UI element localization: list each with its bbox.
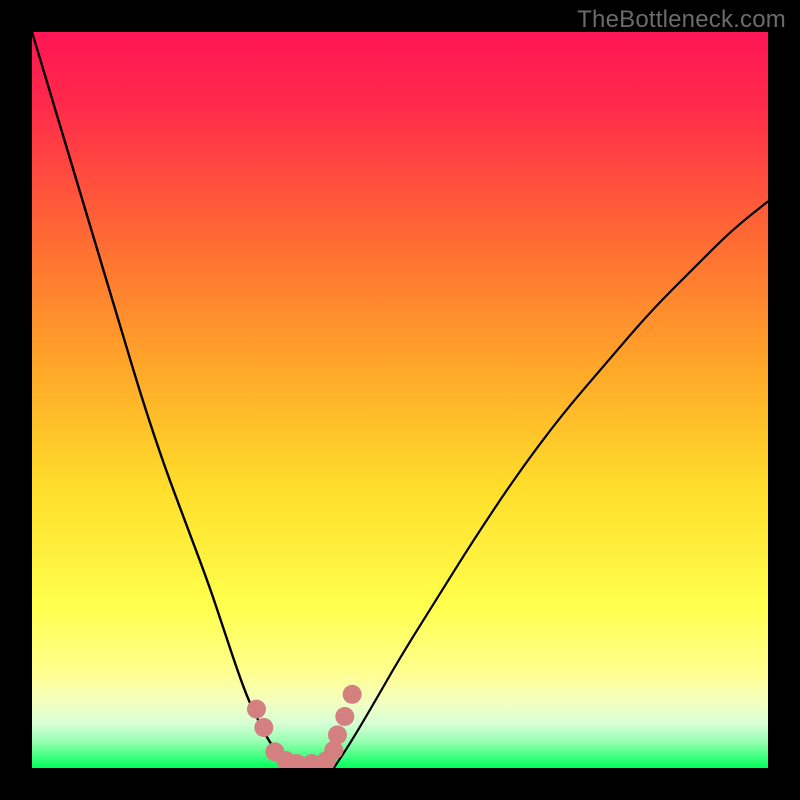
curve-layer	[32, 32, 768, 768]
valley-marker	[254, 718, 273, 737]
valley-marker	[335, 707, 354, 726]
valley-markers	[247, 685, 362, 768]
left-curve	[32, 32, 290, 768]
plot-area	[32, 32, 768, 768]
valley-marker	[247, 700, 266, 719]
valley-marker	[343, 685, 362, 704]
watermark-text: TheBottleneck.com	[577, 6, 786, 34]
right-curve	[334, 201, 768, 768]
chart-frame: TheBottleneck.com	[0, 0, 800, 800]
valley-marker	[328, 725, 347, 744]
